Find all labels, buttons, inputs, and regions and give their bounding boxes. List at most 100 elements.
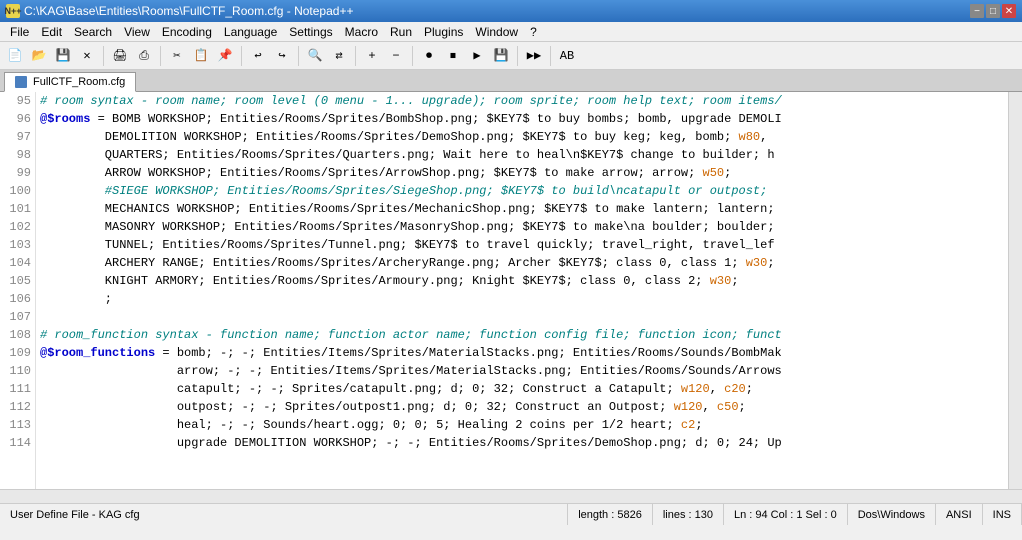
menu-item-language[interactable]: Language (218, 23, 283, 41)
zoom-in-button[interactable]: + (361, 45, 383, 67)
menu-item-file[interactable]: File (4, 23, 35, 41)
code-line: @$room_functions = bomb; -; -; Entities/… (40, 344, 1004, 362)
find-button[interactable]: 🔍 (304, 45, 326, 67)
menu-item-edit[interactable]: Edit (35, 23, 68, 41)
replace-button[interactable]: ⇄ (328, 45, 350, 67)
menu-item-?[interactable]: ? (524, 23, 543, 41)
line-number: 111 (4, 380, 31, 398)
undo-button[interactable]: ↩ (247, 45, 269, 67)
separator-5 (355, 46, 356, 66)
line-number: 105 (4, 272, 31, 290)
separator-3 (241, 46, 242, 66)
code-area[interactable]: # room syntax - room name; room level (0… (36, 92, 1008, 489)
code-line: # room_function syntax - function name; … (40, 326, 1004, 344)
cut-button[interactable]: ✂ (166, 45, 188, 67)
line-number: 100 (4, 182, 31, 200)
line-number: 112 (4, 398, 31, 416)
macro-save-button[interactable]: 💾 (490, 45, 512, 67)
code-line: upgrade DEMOLITION WORKSHOP; -; -; Entit… (40, 434, 1004, 452)
scrollbar-horizontal[interactable] (0, 489, 1022, 503)
code-line: ARROW WORKSHOP; Entities/Rooms/Sprites/A… (40, 164, 1004, 182)
new-button[interactable]: 📄 (4, 45, 26, 67)
maximize-button[interactable]: □ (986, 4, 1000, 18)
line-number: 114 (4, 434, 31, 452)
code-line: MECHANICS WORKSHOP; Entities/Rooms/Sprit… (40, 200, 1004, 218)
run-button[interactable]: ▶▶ (523, 45, 545, 67)
code-line: ARCHERY RANGE; Entities/Rooms/Sprites/Ar… (40, 254, 1004, 272)
tab-label: FullCTF_Room.cfg (33, 76, 125, 88)
code-line: DEMOLITION WORKSHOP; Entities/Rooms/Spri… (40, 128, 1004, 146)
line-number: 102 (4, 218, 31, 236)
tab-bar: FullCTF_Room.cfg (0, 70, 1022, 92)
line-number: 97 (4, 128, 31, 146)
scrollbar-vertical[interactable] (1008, 92, 1022, 489)
separator-6 (412, 46, 413, 66)
macro-stop-button[interactable]: ⏹ (442, 45, 464, 67)
menu-item-plugins[interactable]: Plugins (418, 23, 469, 41)
line-number: 96 (4, 110, 31, 128)
code-line: catapult; -; -; Sprites/catapult.png; d;… (40, 380, 1004, 398)
code-line: QUARTERS; Entities/Rooms/Sprites/Quarter… (40, 146, 1004, 164)
code-line: heal; -; -; Sounds/heart.ogg; 0; 0; 5; H… (40, 416, 1004, 434)
status-encoding: ANSI (936, 504, 983, 525)
status-lines: lines : 130 (653, 504, 724, 525)
line-number: 104 (4, 254, 31, 272)
print-button[interactable]: 🖨 (109, 45, 131, 67)
code-line: MASONRY WORKSHOP; Entities/Rooms/Sprites… (40, 218, 1004, 236)
redo-button[interactable]: ↪ (271, 45, 293, 67)
title-bar-left: N++ C:\KAG\Base\Entities\Rooms\FullCTF_R… (6, 4, 353, 18)
separator-8 (550, 46, 551, 66)
menu-item-view[interactable]: View (118, 23, 156, 41)
menu-item-run[interactable]: Run (384, 23, 418, 41)
syntax-button[interactable]: AB (556, 45, 578, 67)
status-line-ending: Dos\Windows (848, 504, 936, 525)
menu-item-encoding[interactable]: Encoding (156, 23, 218, 41)
save-button[interactable]: 💾 (52, 45, 74, 67)
macro-record-button[interactable]: ⏺ (418, 45, 440, 67)
separator-7 (517, 46, 518, 66)
paste-button[interactable]: 📌 (214, 45, 236, 67)
copy-button[interactable]: 📋 (190, 45, 212, 67)
menu-item-settings[interactable]: Settings (283, 23, 338, 41)
code-line: ; (40, 290, 1004, 308)
code-line: # room syntax - room name; room level (0… (40, 92, 1004, 110)
close-button[interactable]: ✕ (1002, 4, 1016, 18)
status-mode: INS (983, 504, 1022, 525)
open-button[interactable]: 📂 (28, 45, 50, 67)
code-line: KNIGHT ARMORY; Entities/Rooms/Sprites/Ar… (40, 272, 1004, 290)
line-number: 95 (4, 92, 31, 110)
line-number: 108 (4, 326, 31, 344)
title-bar-text: C:\KAG\Base\Entities\Rooms\FullCTF_Room.… (24, 4, 353, 18)
separator-2 (160, 46, 161, 66)
app-icon: N++ (6, 4, 20, 18)
menu-item-macro[interactable]: Macro (339, 23, 384, 41)
status-length: length : 5826 (568, 504, 653, 525)
macro-play-button[interactable]: ▶ (466, 45, 488, 67)
file-tab[interactable]: FullCTF_Room.cfg (4, 72, 136, 92)
separator-1 (103, 46, 104, 66)
menu-bar: FileEditSearchViewEncodingLanguageSettin… (0, 22, 1022, 42)
tab-file-icon (15, 76, 27, 88)
zoom-out-button[interactable]: − (385, 45, 407, 67)
status-filetype: User Define File - KAG cfg (0, 504, 568, 525)
minimize-button[interactable]: − (970, 4, 984, 18)
menu-item-search[interactable]: Search (68, 23, 118, 41)
line-number: 113 (4, 416, 31, 434)
line-number: 110 (4, 362, 31, 380)
editor: 9596979899100101102103104105106107108109… (0, 92, 1022, 489)
toolbar: 📄 📂 💾 ✕ 🖨 ⎙ ✂ 📋 📌 ↩ ↪ 🔍 ⇄ + − ⏺ ⏹ ▶ 💾 ▶▶… (0, 42, 1022, 70)
title-bar: N++ C:\KAG\Base\Entities\Rooms\FullCTF_R… (0, 0, 1022, 22)
code-line: arrow; -; -; Entities/Items/Sprites/Mate… (40, 362, 1004, 380)
close-all-button[interactable]: ✕ (76, 45, 98, 67)
line-numbers: 9596979899100101102103104105106107108109… (0, 92, 36, 489)
code-line: outpost; -; -; Sprites/outpost1.png; d; … (40, 398, 1004, 416)
menu-item-window[interactable]: Window (469, 23, 524, 41)
line-number: 109 (4, 344, 31, 362)
code-line: #SIEGE WORKSHOP; Entities/Rooms/Sprites/… (40, 182, 1004, 200)
line-number: 106 (4, 290, 31, 308)
code-line: TUNNEL; Entities/Rooms/Sprites/Tunnel.pn… (40, 236, 1004, 254)
code-line (40, 308, 1004, 326)
print-now-button[interactable]: ⎙ (133, 45, 155, 67)
code-line: @$rooms = BOMB WORKSHOP; Entities/Rooms/… (40, 110, 1004, 128)
line-number: 101 (4, 200, 31, 218)
